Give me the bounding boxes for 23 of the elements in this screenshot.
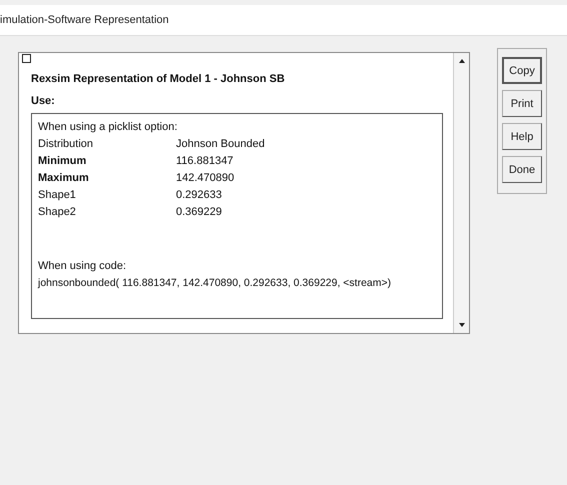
parameter-value: 0.292633 [176,188,222,203]
document-heading: Rexsim Representation of Model 1 - Johnson SB [31,73,286,85]
parameter-value: 116.881347 [176,154,234,169]
code-text: johnsonbounded( 116.881347, 142.470890, 0.292633, 0.369229, <stream>) [38,276,392,291]
parameter-value: Johnson Bounded [176,137,265,152]
parameter-label: Maximum [38,171,90,186]
vertical-scrollbar[interactable] [453,53,469,333]
parameter-label: Shape1 [38,188,77,203]
window-title: imulation-Software Representation [0,14,169,26]
use-label: Use: [31,95,56,107]
scroll-up-icon[interactable] [458,59,464,63]
dialog-button[interactable]: Copy [502,57,542,84]
parameter-value: 0.369229 [176,205,222,220]
parameter-label: Shape2 [38,205,77,220]
parameter-label: Minimum [38,154,88,169]
dialog-button[interactable]: Help [502,123,542,150]
parameter-label: Distribution [38,137,94,152]
dialog-button[interactable]: Print [502,90,542,117]
dialog-button[interactable]: Done [502,156,542,183]
scroll-down-icon[interactable] [458,323,464,327]
picklist-heading: When using a picklist option: [38,120,178,135]
code-heading: When using code: [38,259,128,274]
parameter-value: 142.470890 [176,171,234,186]
